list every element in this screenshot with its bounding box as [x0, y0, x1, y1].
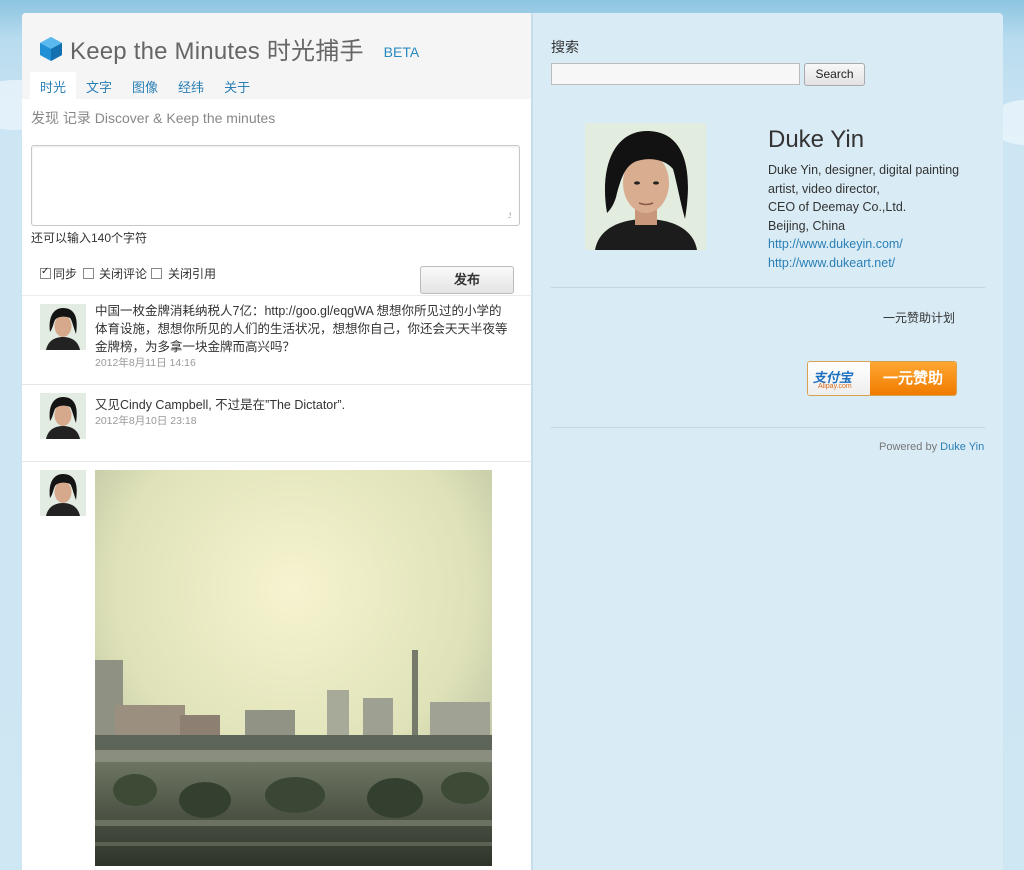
publish-button[interactable]: 发布: [420, 266, 514, 294]
close-trackback-option[interactable]: 关闭引用: [151, 265, 216, 282]
compose-textarea[interactable]: [31, 145, 520, 226]
post-time[interactable]: 2012年8月10日 23:18: [95, 414, 510, 428]
tab-tuxiang[interactable]: 图像: [122, 72, 168, 104]
alipay-logo-subtext: Alipay.com: [818, 383, 852, 390]
close-trackback-label: 关闭引用: [168, 267, 217, 281]
post-options: 同步 关闭评论 关闭引用: [40, 265, 220, 282]
tab-jingwei[interactable]: 经纬: [168, 72, 214, 104]
sync-option[interactable]: 同步: [40, 265, 77, 282]
divider: [551, 287, 985, 288]
site-title[interactable]: Keep the Minutes 时光捕手: [70, 31, 364, 66]
avatar[interactable]: [40, 393, 86, 439]
avatar[interactable]: [40, 470, 86, 516]
beta-badge: BETA: [383, 43, 420, 60]
sync-checkbox[interactable]: [40, 266, 51, 279]
profile-photo: [585, 123, 706, 250]
divider: [551, 427, 985, 428]
post-text: 中国一枚金牌消耗纳税人7亿：http://goo.gl/eqgWA 想想你所见过…: [95, 304, 508, 354]
sidebar: 搜索 Search Duke Yin Duke Yin, designer, d…: [531, 13, 1003, 870]
post-photo[interactable]: [95, 470, 492, 866]
tagline: 发现 记录 Discover & Keep the minutes: [31, 110, 276, 126]
tab-guanyu[interactable]: 关于: [214, 72, 260, 104]
search-input[interactable]: [551, 63, 800, 85]
bio-line: CEO of Deemay Co.,Ltd.: [768, 200, 907, 214]
page-container: Keep the Minutes 时光捕手 BETA 时光 文字 图像 经纬 关…: [22, 13, 1003, 870]
close-comments-option[interactable]: 关闭评论: [81, 265, 147, 282]
donate-label: 一元赞助: [870, 362, 956, 395]
main-column: Keep the Minutes 时光捕手 BETA 时光 文字 图像 经纬 关…: [22, 13, 531, 870]
cube-logo-icon: [40, 36, 62, 61]
post-text: 又见Cindy Campbell, 不过是在”The Dictator”.: [95, 398, 346, 412]
sponsor-title: 一元赞助计划: [883, 311, 956, 325]
main-nav: 时光 文字 图像 经纬 关于: [30, 72, 260, 104]
char-count: 还可以输入140个字符: [31, 231, 148, 245]
post-time[interactable]: 2012年8月11日 14:16: [95, 356, 510, 370]
post-item: 中国一枚金牌消耗纳税人7亿：http://goo.gl/eqgWA 想想你所见过…: [22, 295, 531, 385]
close-trackback-checkbox[interactable]: [151, 268, 163, 279]
search-button[interactable]: Search: [804, 63, 865, 86]
close-comments-checkbox[interactable]: [83, 268, 95, 279]
site-header: Keep the Minutes 时光捕手 BETA 时光 文字 图像 经纬 关…: [22, 13, 531, 104]
sync-label: 同步: [53, 267, 78, 281]
tab-wenzi[interactable]: 文字: [76, 72, 122, 104]
logo-row: Keep the Minutes 时光捕手 BETA: [40, 31, 419, 66]
alipay-logo: 支付宝 Alipay.com: [808, 362, 870, 395]
post-body: 又见Cindy Campbell, 不过是在”The Dictator”. 20…: [95, 396, 510, 428]
avatar[interactable]: [40, 304, 86, 350]
powered-by-prefix: Powered by: [879, 441, 938, 453]
profile-bio: Duke Yin, designer, digital painting art…: [768, 161, 968, 272]
alipay-donate-button[interactable]: 支付宝 Alipay.com 一元赞助: [807, 361, 957, 396]
powered-by-link[interactable]: Duke Yin: [940, 441, 984, 453]
powered-by: Powered by Duke Yin: [879, 441, 984, 453]
art-site-link[interactable]: http://www.dukeart.net/: [768, 254, 968, 273]
close-comments-label: 关闭评论: [99, 267, 148, 281]
website-link[interactable]: http://www.dukeyin.com/: [768, 235, 968, 254]
tab-shiguang[interactable]: 时光: [30, 72, 77, 104]
bio-line: Duke Yin, designer, digital painting art…: [768, 163, 960, 196]
post-body: 中国一枚金牌消耗纳税人7亿：http://goo.gl/eqgWA 想想你所见过…: [95, 302, 510, 370]
profile-name: Duke Yin: [768, 126, 865, 153]
post-item: 又见Cindy Campbell, 不过是在”The Dictator”. 20…: [22, 385, 531, 462]
search-label: 搜索: [551, 39, 579, 55]
bio-line: Beijing, China: [768, 218, 846, 233]
